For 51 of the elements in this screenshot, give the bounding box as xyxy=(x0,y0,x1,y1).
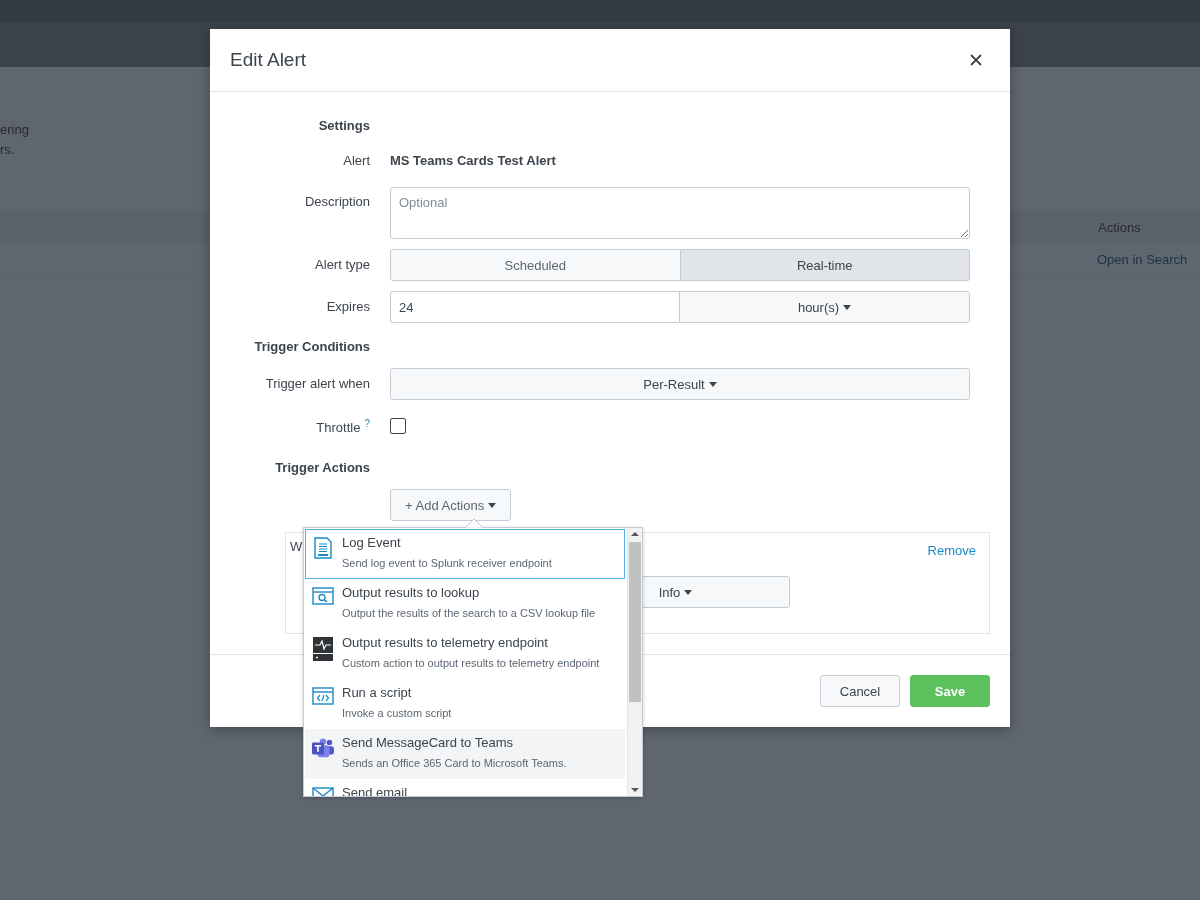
action-description: Custom action to output results to telemetry endpoint xyxy=(342,656,600,670)
caret-icon xyxy=(684,589,693,595)
action-description: Send log event to Splunk receiver endpoint xyxy=(342,556,552,570)
section-heading: Settings xyxy=(318,118,370,133)
field-label: Alert type xyxy=(315,257,370,272)
column-header: Actions xyxy=(1097,219,1141,237)
window-search-icon xyxy=(312,587,334,605)
cancel-button[interactable]: Cancel xyxy=(820,675,900,708)
trigger-dropdown[interactable]: Per-Result xyxy=(390,368,970,400)
scrollbar[interactable] xyxy=(627,528,642,796)
document-icon xyxy=(312,537,334,559)
action-title: W xyxy=(290,539,303,555)
close-icon[interactable] xyxy=(970,54,982,66)
alert-name: MS Teams Cards Test Alert xyxy=(390,152,556,170)
action-menu-item[interactable]: Send MessageCard to Teams Sends an Office 365 Card to Microsoft Teams. xyxy=(305,729,625,779)
field-label: Expires xyxy=(326,299,370,314)
dialog-title: Edit Alert xyxy=(230,49,307,71)
section-heading: Trigger Actions xyxy=(275,460,370,476)
page-text: ering xyxy=(0,121,29,139)
pulse-monitor-icon xyxy=(312,637,334,661)
remove-link[interactable]: Remove xyxy=(927,543,976,559)
teams-icon xyxy=(312,737,334,759)
help-link[interactable]: ? xyxy=(364,418,370,429)
action-menu-item[interactable]: Run a script Invoke a custom script xyxy=(305,679,625,729)
action-title: Output results to telemetry endpoint xyxy=(342,635,549,651)
code-window-icon xyxy=(312,687,334,705)
section-heading: Trigger Conditions xyxy=(254,339,370,354)
action-title: Output results to lookup xyxy=(342,585,481,601)
action-description: Invoke a custom script xyxy=(342,706,452,720)
expires-field[interactable]: 24 xyxy=(390,291,679,323)
caret-icon xyxy=(488,502,497,508)
unit-dropdown[interactable]: hour(s) xyxy=(679,291,970,323)
field-label: Throttle xyxy=(316,420,361,436)
field-label: Description xyxy=(304,194,370,209)
field-label: Trigger alert when xyxy=(265,376,370,391)
add-actions-button[interactable]: + Add Actions xyxy=(390,489,512,522)
action-menu-item[interactable]: Log Event Send log event to Splunk receiver endpoint xyxy=(305,529,625,579)
field-label: Alert xyxy=(343,153,370,168)
action-title: Send MessageCard to Teams xyxy=(342,735,515,751)
alert-type-option[interactable]: Scheduled xyxy=(390,249,681,281)
action-description: Sends an Office 365 Card to Microsoft Teams. xyxy=(342,756,567,770)
description-field[interactable]: Optional xyxy=(390,187,970,239)
action-description: Output the results of the search to a CSV lookup file xyxy=(342,606,596,620)
caret-icon xyxy=(708,381,717,387)
caret-icon xyxy=(843,304,852,310)
action-menu-item[interactable]: Output results to telemetry endpoint Custom action to output results to telemetry endpoint xyxy=(305,629,625,679)
action-title: Run a script xyxy=(342,685,413,701)
action-title: Log Event xyxy=(342,535,402,551)
throttle-checkbox[interactable] xyxy=(390,418,406,435)
alert-type-option[interactable]: Real-time xyxy=(680,249,970,281)
page-text: rs. xyxy=(0,141,15,159)
